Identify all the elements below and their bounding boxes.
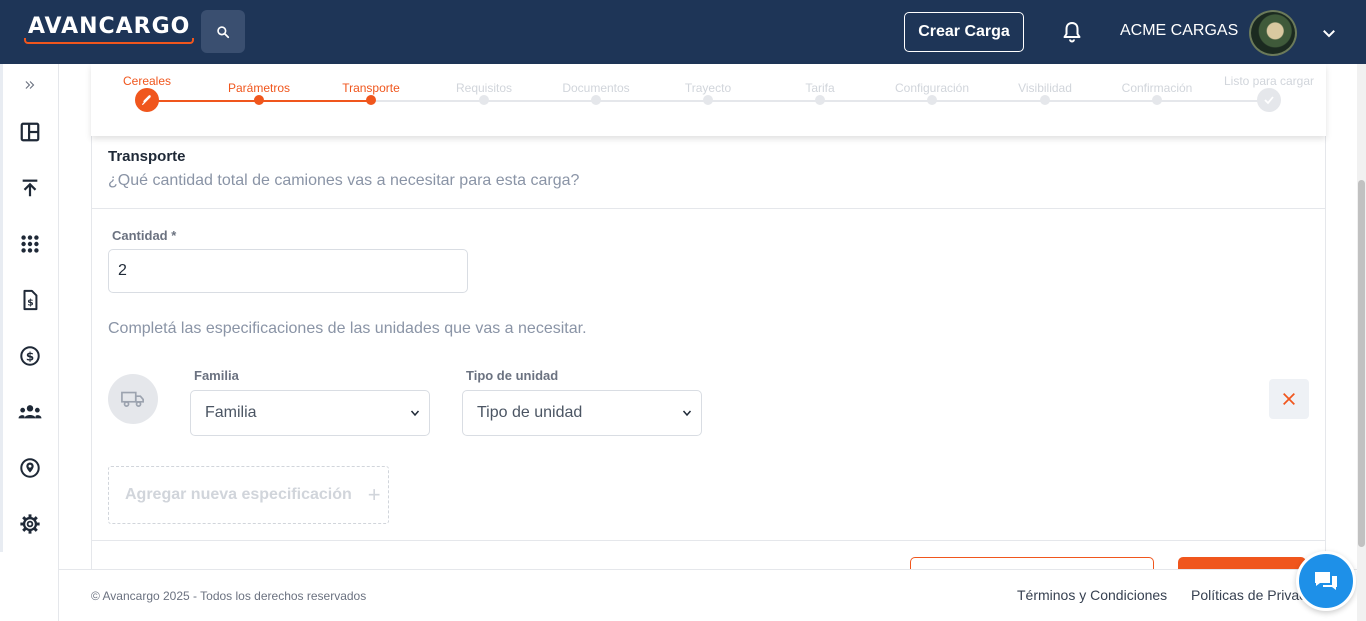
section-subtitle: ¿Qué cantidad total de camiones vas a ne… [108,172,580,189]
location-icon[interactable] [17,455,43,481]
step-requisitos-dot [479,95,489,105]
step-listo-para-cargar: Listo para cargar [1223,74,1315,88]
actions-divider [91,540,1326,541]
apps-grid-icon[interactable] [17,231,43,257]
family-select-value: Familia [205,404,257,421]
search-button[interactable] [201,10,245,53]
avancargo-logo[interactable]: AVANCARGO [24,14,195,44]
step-requisitos: Requisitos [455,81,513,95]
step-trayecto: Trayecto [684,81,732,95]
step-confirmacion: Confirmación [1121,81,1193,95]
avatar[interactable] [1249,10,1297,56]
section-divider [91,208,1326,209]
terms-link[interactable]: Términos y Condiciones [1017,587,1167,603]
unit-type-select[interactable]: Tipo de unidad [462,390,702,436]
search-icon [217,25,230,38]
step-transporte-dot [366,95,376,105]
step-trayecto-dot [703,95,713,105]
plus-icon: + [367,482,381,507]
truck-icon [121,391,144,407]
close-icon [1283,393,1295,405]
add-spec-button[interactable]: Agregar nueva especificación + [108,466,389,524]
logo-underline [24,38,195,44]
step-tarifa: Tarifa [805,81,835,95]
scrollbar-thumb[interactable] [1358,180,1365,547]
svg-text:$: $ [26,350,34,364]
dollar-icon[interactable]: $ [17,343,43,369]
chevron-down-icon [682,410,692,417]
step-configuracion-dot [927,95,937,105]
create-load-button[interactable]: Crear Carga [904,12,1024,52]
svg-text:$: $ [27,298,33,309]
specs-instructions: Completá las especificaciones de las uni… [108,320,587,337]
step-tarifa-dot [815,95,825,105]
step-cereales[interactable]: Cereales [123,74,171,88]
add-spec-label: Agregar nueva especificación [125,486,352,503]
chevron-down-icon[interactable] [1320,24,1338,42]
step-configuracion: Configuración [894,81,970,95]
family-select[interactable]: Familia [190,390,430,436]
company-name[interactable]: ACME CARGAS [1120,22,1238,40]
step-cereales-marker[interactable] [135,88,159,112]
bell-icon[interactable] [1060,20,1084,44]
truck-avatar [108,374,158,424]
step-parametros[interactable]: Parámetros [228,81,290,95]
invoice-icon[interactable]: $ [17,287,43,313]
step-transporte[interactable]: Transporte [342,81,400,95]
step-parametros-dot [254,95,264,105]
unit-type-label: Tipo de unidad [466,368,559,383]
unit-type-select-value: Tipo de unidad [477,404,583,421]
step-visibilidad: Visibilidad [1018,81,1072,95]
chevron-down-icon [410,410,420,417]
family-label: Familia [194,368,239,383]
section-title: Transporte [108,148,186,165]
chat-icon [1315,572,1337,590]
check-icon [1264,96,1274,105]
remove-spec-button[interactable] [1269,379,1309,419]
sidebar-rail [0,64,3,552]
wheat-icon [141,95,151,106]
gear-icon[interactable] [17,511,43,537]
step-documentos: Documentos [562,81,630,95]
quantity-input[interactable] [108,249,468,293]
step-visibilidad-dot [1040,95,1050,105]
step-final-marker [1257,88,1281,112]
logo-text: AVANCARGO [28,14,191,39]
top-header: AVANCARGO Crear Carga ACME CARGAS [0,0,1366,64]
groups-icon[interactable] [17,399,43,425]
quantity-label: Cantidad * [112,228,177,243]
step-confirmacion-dot [1152,95,1162,105]
step-documentos-dot [591,95,601,105]
upload-icon[interactable] [17,175,43,201]
dashboard-icon[interactable] [17,119,43,145]
chat-button[interactable] [1296,551,1356,611]
expand-icon[interactable] [17,72,43,98]
copyright: © Avancargo 2025 - Todos los derechos re… [91,589,367,603]
